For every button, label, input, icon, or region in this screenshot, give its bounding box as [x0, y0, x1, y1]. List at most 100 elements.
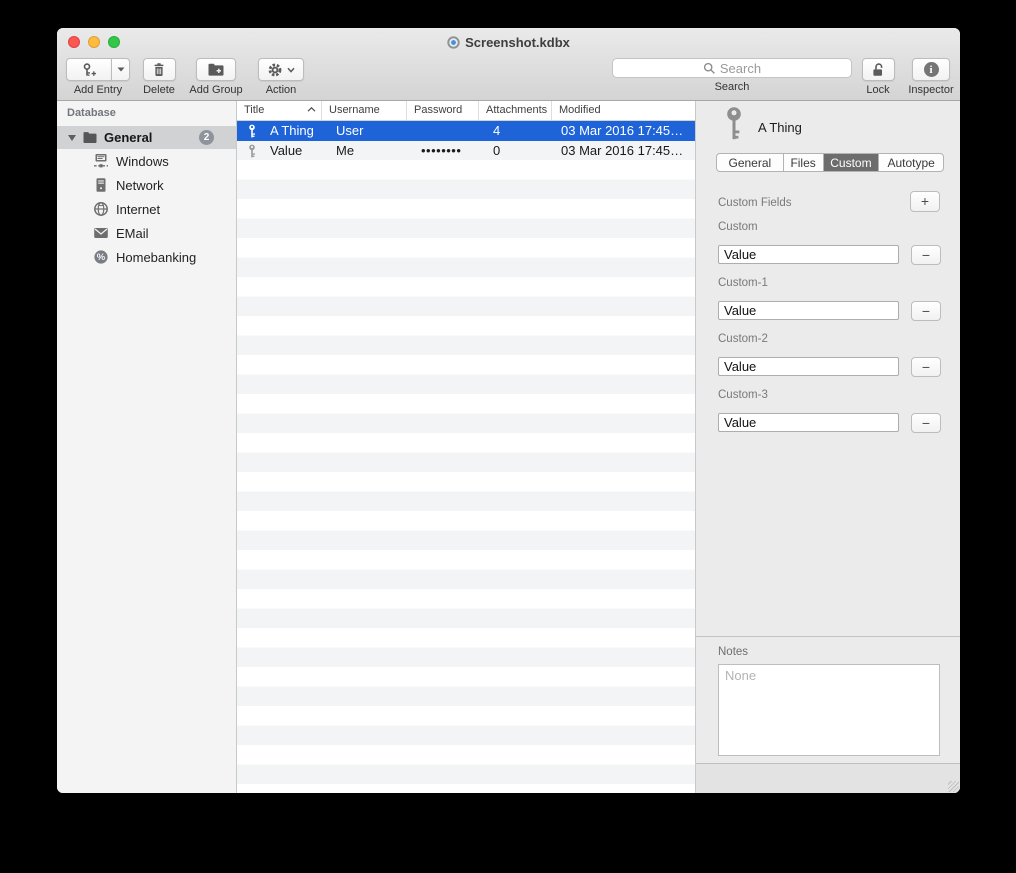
document-icon [447, 36, 460, 49]
content-area: Database General 2 [57, 101, 960, 793]
sidebar-item-label: Windows [116, 154, 169, 169]
resize-grip[interactable] [948, 781, 959, 792]
entry-table: Title Username Password Attachments Modi… [237, 101, 695, 793]
remove-field-button[interactable]: − [911, 413, 941, 433]
cell-username: Me [336, 141, 354, 161]
workgroup-icon [93, 153, 109, 169]
server-icon [93, 177, 109, 193]
table-header: Title Username Password Attachments Modi… [237, 101, 695, 121]
add-entry-button[interactable] [66, 58, 112, 81]
envelope-icon [93, 225, 109, 241]
column-header-username[interactable]: Username [322, 101, 407, 120]
inspector-tabs: General Files Custom Autotype [716, 153, 944, 172]
gear-icon [267, 62, 283, 78]
inspector-label: Inspector [908, 84, 953, 96]
field-label: Custom-2 [718, 333, 768, 345]
entry-count-badge: 2 [199, 130, 214, 145]
window-chrome: Screenshot.kdbx [57, 28, 960, 101]
svg-text:%: % [97, 252, 106, 263]
field-label: Custom-3 [718, 389, 768, 401]
column-header-title[interactable]: Title [237, 101, 322, 120]
add-entry-toolbar-item: Add Entry [63, 58, 133, 96]
cell-modified: 03 Mar 2016 17:45… [561, 141, 693, 161]
action-toolbar-item: Action [255, 58, 307, 96]
delete-label: Delete [143, 84, 175, 96]
sidebar-item-email[interactable]: EMail [57, 221, 236, 245]
sidebar-item-windows[interactable]: Windows [57, 149, 236, 173]
sidebar-item-label: Internet [116, 202, 160, 217]
inspector-panel: A Thing General Files Custom Autotype Cu… [695, 101, 960, 793]
disclosure-triangle-icon[interactable] [68, 135, 76, 141]
inspector-button[interactable]: i [912, 58, 950, 81]
table-rows: A Thing User 4 03 Mar 2016 17:45… Value … [237, 121, 695, 793]
column-header-modified[interactable]: Modified [552, 101, 695, 120]
percent-icon: % [93, 249, 109, 265]
remove-field-button[interactable]: − [911, 245, 941, 265]
titlebar[interactable]: Screenshot.kdbx [57, 28, 960, 56]
notes-textarea[interactable] [718, 664, 940, 756]
field-value-input[interactable] [718, 301, 899, 320]
delete-button[interactable] [143, 58, 176, 81]
add-entry-dropdown-button[interactable] [111, 58, 130, 81]
sidebar-item-homebanking[interactable]: % Homebanking [57, 245, 236, 269]
cell-title: A Thing [270, 121, 314, 141]
tab-general[interactable]: General [717, 154, 784, 171]
entry-title: A Thing [758, 120, 802, 135]
entry-key-icon [723, 106, 745, 142]
add-entry-label: Add Entry [74, 84, 122, 96]
lock-toolbar-item: Lock [855, 58, 901, 96]
tab-files[interactable]: Files [784, 154, 824, 171]
add-group-label: Add Group [189, 84, 242, 96]
sidebar-item-general[interactable]: General 2 [57, 126, 236, 149]
chevron-down-icon [287, 67, 295, 73]
sidebar-item-network[interactable]: Network [57, 173, 236, 197]
key-plus-icon [81, 62, 97, 78]
custom-fields-heading: Custom Fields [718, 197, 792, 209]
column-header-attachments[interactable]: Attachments [479, 101, 552, 120]
search-icon [703, 62, 716, 75]
add-group-toolbar-item: Add Group [181, 58, 251, 96]
field-value-input[interactable] [718, 245, 899, 264]
sidebar-item-label: EMail [116, 226, 149, 241]
lock-button[interactable] [862, 58, 895, 81]
search-placeholder: Search [720, 61, 761, 76]
table-row-value[interactable]: Value Me •••••••• 0 03 Mar 2016 17:45… [237, 141, 695, 161]
info-icon: i [924, 62, 939, 77]
tab-custom[interactable]: Custom [824, 154, 880, 171]
cell-username: User [336, 121, 363, 141]
title-wrap: Screenshot.kdbx [57, 28, 960, 56]
lock-label: Lock [866, 84, 889, 96]
action-label: Action [266, 84, 297, 96]
field-value-input[interactable] [718, 357, 899, 376]
key-icon [246, 144, 258, 158]
search-input[interactable]: Search [612, 58, 852, 78]
table-row-a-thing[interactable]: A Thing User 4 03 Mar 2016 17:45… [237, 121, 695, 141]
delete-toolbar-item: Delete [137, 58, 181, 96]
cell-title: Value [270, 141, 302, 161]
search-toolbar-item: Search Search [612, 58, 852, 93]
folder-icon [82, 130, 98, 146]
sidebar-group-list: Windows Network [57, 149, 236, 269]
sidebar-item-label: General [104, 130, 152, 145]
tab-autotype[interactable]: Autotype [879, 154, 943, 171]
column-header-password[interactable]: Password [407, 101, 479, 120]
field-label: Custom-1 [718, 277, 768, 289]
sidebar: Database General 2 [57, 101, 237, 793]
globe-icon [93, 201, 109, 217]
field-value-input[interactable] [718, 413, 899, 432]
action-button[interactable] [258, 58, 304, 81]
field-label: Custom [718, 221, 758, 233]
cell-password: •••••••• [421, 141, 461, 161]
add-group-button[interactable] [196, 58, 236, 81]
notes-heading: Notes [718, 646, 748, 658]
open-lock-icon [870, 62, 886, 78]
sidebar-item-label: Homebanking [116, 250, 196, 265]
inspector-footer [696, 763, 960, 793]
remove-field-button[interactable]: − [911, 357, 941, 377]
toolbar: Add Entry Delete [57, 56, 960, 101]
sort-ascending-icon [307, 107, 316, 112]
key-icon [246, 124, 258, 138]
remove-field-button[interactable]: − [911, 301, 941, 321]
sidebar-item-internet[interactable]: Internet [57, 197, 236, 221]
add-field-button[interactable]: + [910, 191, 940, 212]
